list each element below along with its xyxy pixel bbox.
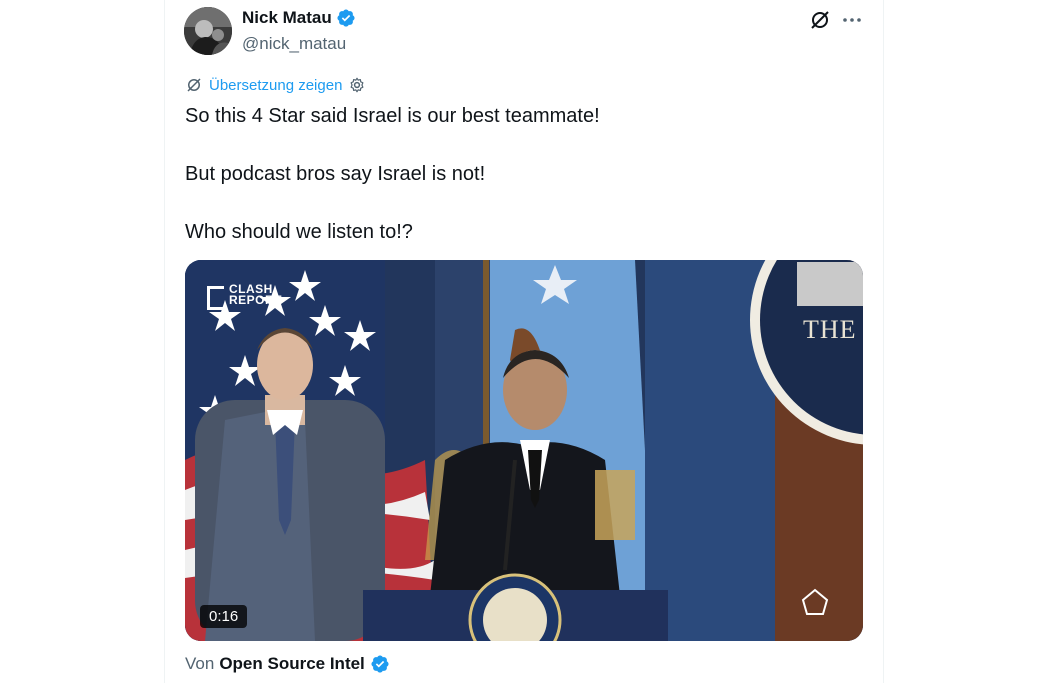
translation-row: Übersetzung zeigen: [185, 76, 366, 94]
show-translation-link[interactable]: Übersetzung zeigen: [209, 77, 342, 94]
video-attribution: Von Open Source Intel: [185, 654, 390, 674]
attribution-source-link[interactable]: Open Source Intel: [219, 654, 364, 674]
tweet-page: Nick Matau @nick_matau Übersetzung zeige…: [0, 0, 1050, 683]
column-border-right: [883, 0, 884, 683]
verified-badge-icon: [370, 654, 390, 674]
more-options-icon[interactable]: [840, 8, 864, 32]
video-player[interactable]: CLASH REPORT THE 0:16: [185, 260, 863, 641]
watermark-line: REPORT: [229, 293, 283, 307]
grok-icon[interactable]: [808, 8, 832, 32]
avatar[interactable]: [184, 7, 232, 55]
translate-icon: [185, 76, 203, 94]
tweet-text-line: But podcast bros say Israel is not!: [185, 163, 486, 185]
column-border-left: [164, 0, 165, 683]
video-duration: 0:16: [200, 605, 248, 628]
author-name-row[interactable]: Nick Matau: [242, 8, 356, 28]
tweet-text: So this 4 Star said Israel is our best t…: [185, 102, 865, 247]
verified-badge-icon: [336, 8, 356, 28]
attribution-prefix: Von: [185, 654, 215, 673]
author-display-name[interactable]: Nick Matau: [242, 8, 332, 28]
author-handle[interactable]: @nick_matau: [242, 34, 346, 54]
tweet-text-line: Who should we listen to!?: [185, 221, 413, 243]
tweet-text-line: So this 4 Star said Israel is our best t…: [185, 105, 600, 127]
gear-icon[interactable]: [348, 76, 366, 94]
video-frame: [185, 260, 863, 641]
background-seal-text: THE: [803, 315, 857, 344]
